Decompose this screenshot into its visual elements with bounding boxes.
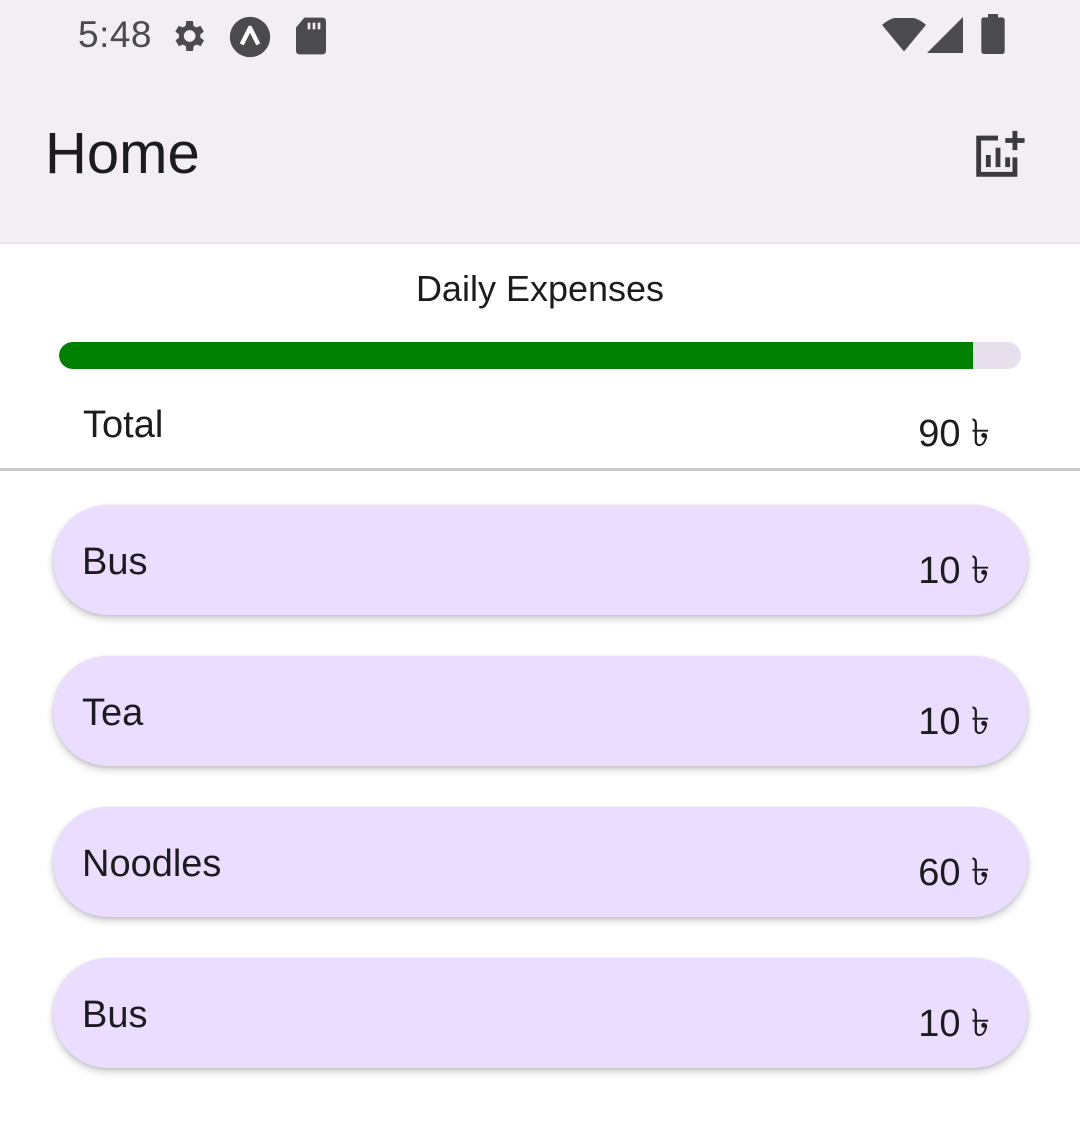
expense-item[interactable]: Bus 10 ৳ (53, 958, 1028, 1068)
expense-item[interactable]: Bus 10 ৳ (53, 505, 1028, 615)
expense-name: Bus (82, 541, 148, 583)
add-chart-button[interactable] (960, 124, 1036, 190)
expense-item[interactable]: Noodles 60 ৳ (53, 807, 1028, 917)
daily-expenses-summary: Daily Expenses Total 90 ৳ (0, 244, 1080, 471)
status-bar: 5:48 (0, 0, 1080, 76)
expense-progress-fill (59, 342, 973, 369)
expense-item[interactable]: Tea 10 ৳ (53, 656, 1028, 766)
expense-name: Tea (82, 692, 144, 734)
gear-icon (168, 16, 208, 61)
expense-name: Bus (82, 994, 148, 1036)
expense-amount: 10 ৳ (918, 701, 990, 743)
expense-amount: 10 ৳ (918, 1003, 990, 1045)
status-time: 5:48 (78, 14, 153, 55)
page-title: Home (45, 121, 200, 186)
expense-amount: 10 ৳ (918, 550, 990, 592)
battery-icon (981, 14, 1005, 59)
expense-progress-bar (59, 342, 1021, 369)
sd-card-icon (294, 16, 328, 61)
cell-signal-icon (927, 17, 963, 58)
total-value: 90 ৳ (918, 413, 990, 455)
total-label: Total (83, 404, 164, 446)
expense-amount: 60 ৳ (918, 852, 990, 894)
expense-name: Noodles (82, 843, 222, 885)
app-a-icon (228, 15, 272, 64)
summary-title: Daily Expenses (415, 268, 665, 309)
top-app-bar: Home (0, 76, 1080, 244)
expense-list: Bus 10 ৳ Tea 10 ৳ Noodles 60 ৳ Bus 10 ৳ (53, 505, 1028, 1109)
add-chart-icon (969, 126, 1027, 189)
wifi-icon (882, 16, 926, 57)
